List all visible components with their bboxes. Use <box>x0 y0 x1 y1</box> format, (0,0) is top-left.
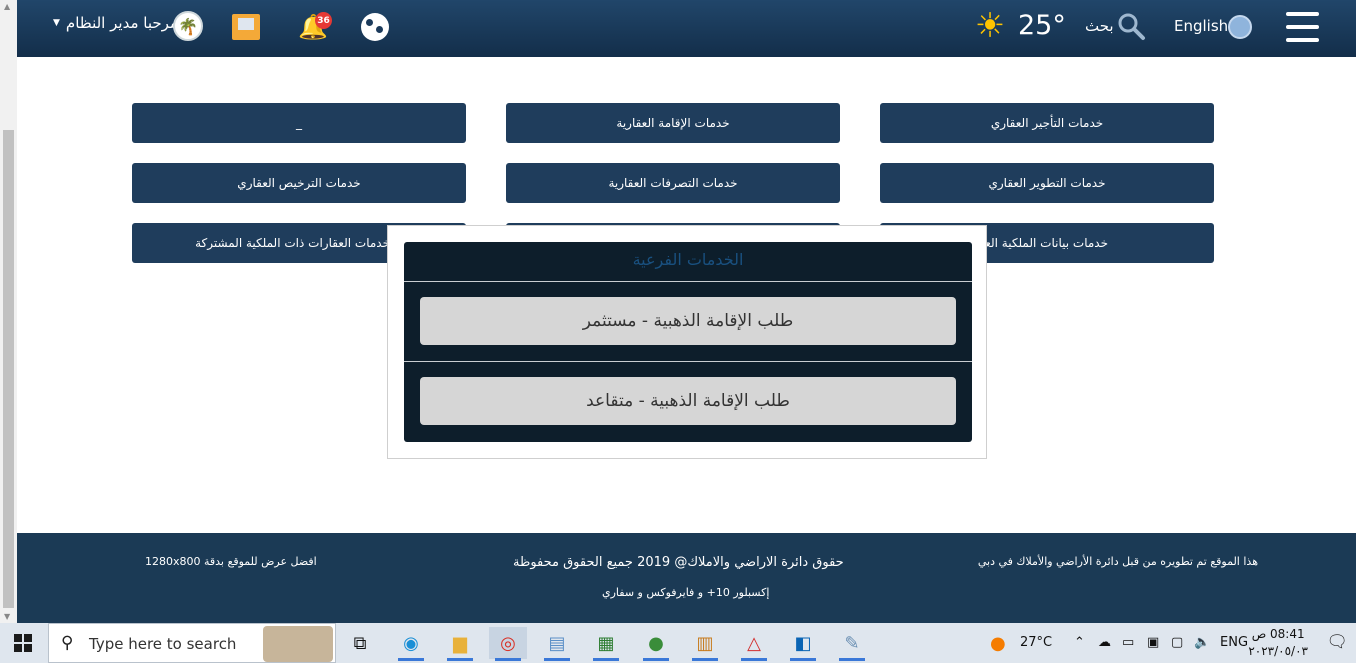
notepad-icon[interactable]: ▤ <box>538 627 576 661</box>
search-label[interactable]: بحث <box>1085 17 1114 35</box>
chrome-browser-icon[interactable]: ◎ <box>489 627 527 661</box>
volume-icon[interactable]: 🔈 <box>1194 635 1210 650</box>
search-icon[interactable] <box>1116 11 1146 41</box>
service-button-licensing[interactable]: خدمات الترخيص العقاري <box>132 163 466 203</box>
notification-center-icon[interactable]: 🗨 <box>1326 632 1348 652</box>
warning-triangle-icon[interactable]: △ <box>735 627 773 661</box>
taskbar-clock[interactable]: 08:41 ص ٢٠٢٣/٠٥/٠٣ <box>1248 626 1308 660</box>
modal-option-row: طلب الإقامة الذهبية - مستثمر <box>404 282 972 362</box>
koala-illustration-icon <box>263 626 333 662</box>
windows-taskbar: ⚲ Type here to search ⧉ ◉ ▆ ◎ ▤ ▦ ● ▥ △ … <box>0 623 1356 663</box>
taskbar-search-placeholder: Type here to search <box>89 635 237 653</box>
globe-icon[interactable] <box>1228 15 1252 39</box>
page-scrollbar[interactable]: ▲ ▼ <box>0 0 17 623</box>
onedrive-icon[interactable]: ☁ <box>1098 635 1111 650</box>
task-view-icon[interactable]: ⧉ <box>341 627 379 659</box>
temperature: 25° <box>1018 10 1066 41</box>
scroll-down-icon[interactable]: ▼ <box>4 612 10 621</box>
sun-icon: ☀ <box>974 6 1006 46</box>
service-button-transactions[interactable]: خدمات التصرفات العقارية <box>506 163 840 203</box>
golden-residency-investor-button[interactable]: طلب الإقامة الذهبية - مستثمر <box>420 297 956 345</box>
dld-logo-icon[interactable]: 🌴 <box>173 11 203 41</box>
user-menu[interactable]: ▼ مرحبا مدير النظام <box>53 14 178 32</box>
service-button-leasing[interactable]: خدمات التأجير العقاري <box>880 103 1214 143</box>
service-button-placeholder[interactable]: _ <box>132 103 466 143</box>
hamburger-menu-icon[interactable] <box>1286 12 1319 44</box>
notification-badge: 36 <box>315 12 332 29</box>
scrollbar-thumb[interactable] <box>3 130 14 608</box>
chevron-up-icon[interactable]: ⌃ <box>1074 635 1085 650</box>
edge-browser-icon[interactable]: ◉ <box>392 627 430 661</box>
service-button-development[interactable]: خدمات التطوير العقاري <box>880 163 1214 203</box>
footer-copyright: حقوق دائرة الاراضي والاملاك@ 2019 جميع ا… <box>513 555 844 570</box>
search-icon: ⚲ <box>61 633 74 653</box>
taskbar-language[interactable]: ENG <box>1220 635 1248 650</box>
modal-option-row: طلب الإقامة الذهبية - متقاعد <box>404 362 972 442</box>
paint-icon[interactable]: ✎ <box>833 627 871 661</box>
footer-best-view: افضل عرض للموقع بدقة 1280x800 <box>145 555 317 568</box>
scroll-up-icon[interactable]: ▲ <box>4 2 10 11</box>
spreadsheet-icon[interactable]: ▦ <box>587 627 625 661</box>
camera-icon[interactable]: ▣ <box>1147 635 1159 650</box>
battery-icon[interactable]: ▭ <box>1122 635 1134 650</box>
golden-residency-retired-button[interactable]: طلب الإقامة الذهبية - متقاعد <box>420 377 956 425</box>
service-button-residency[interactable]: خدمات الإقامة العقارية <box>506 103 840 143</box>
windows-start-icon[interactable] <box>14 634 32 652</box>
taskbar-weather[interactable]: 27°C <box>1020 635 1052 650</box>
user-greeting: مرحبا مدير النظام <box>65 14 178 32</box>
file-explorer-icon[interactable]: ▆ <box>441 627 479 661</box>
clock-date: ٢٠٢٣/٠٥/٠٣ <box>1248 644 1308 658</box>
footer-developed-by: هذا الموقع تم تطويره من قبل دائرة الأراض… <box>977 555 1258 568</box>
modal-content: الخدمات الفرعية طلب الإقامة الذهبية - مس… <box>404 242 972 442</box>
chevron-down-icon: ▼ <box>53 18 60 28</box>
browser-globe-icon[interactable]: ● <box>637 627 675 661</box>
network-icon[interactable]: ▢ <box>1171 635 1183 650</box>
weather-icon[interactable]: ● <box>990 633 1006 654</box>
archive-icon[interactable]: ▥ <box>686 627 724 661</box>
sub-services-modal: الخدمات الفرعية طلب الإقامة الذهبية - مس… <box>387 225 987 459</box>
footer-browsers: إكسبلور 10+ و فايرفوكس و سفاري <box>602 586 770 599</box>
film-reel-icon[interactable] <box>361 13 389 41</box>
taskbar-search-box[interactable]: ⚲ Type here to search <box>48 623 336 663</box>
language-toggle[interactable]: English <box>1174 17 1228 35</box>
mail-icon[interactable] <box>232 14 260 40</box>
header-bar: ▼ مرحبا مدير النظام 🌴 🔔 36 ☀ 25° بحث Eng… <box>17 0 1356 57</box>
clock-time: 08:41 ص <box>1251 627 1305 641</box>
outlook-icon[interactable]: ◧ <box>784 627 822 661</box>
modal-title: الخدمات الفرعية <box>404 242 972 282</box>
footer: افضل عرض للموقع بدقة 1280x800 حقوق دائرة… <box>17 533 1356 623</box>
